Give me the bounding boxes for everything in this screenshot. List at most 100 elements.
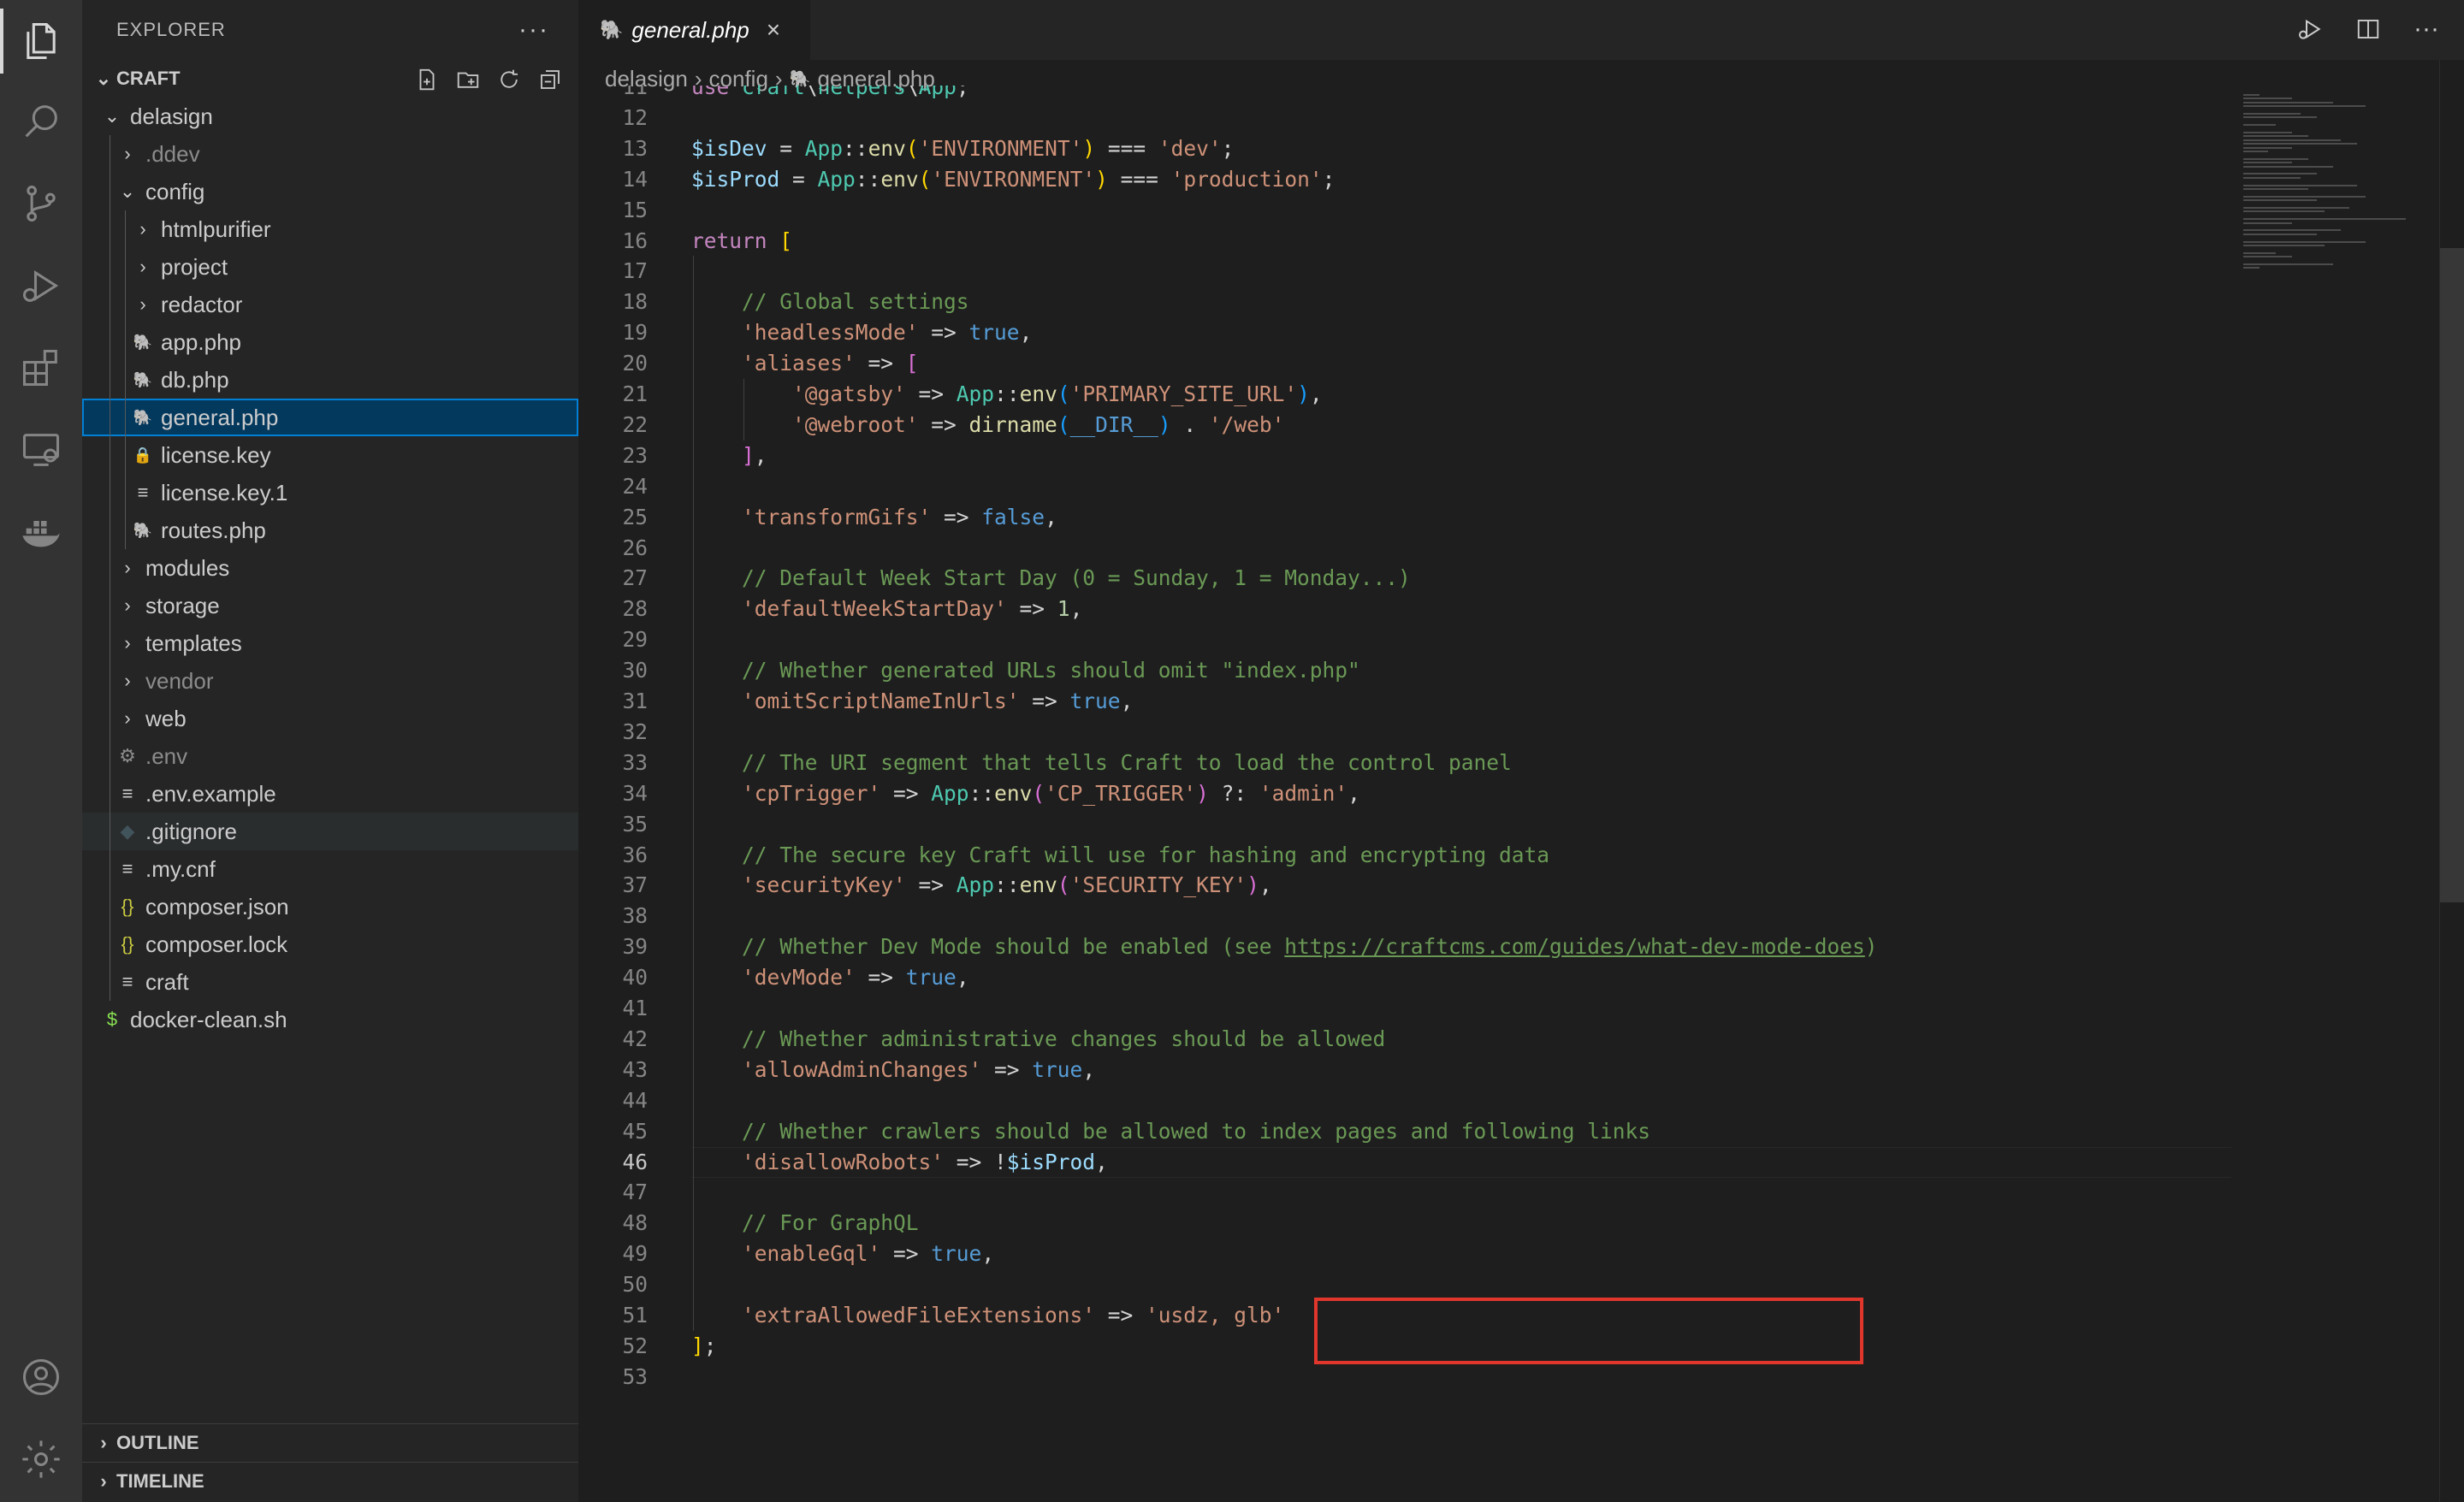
code-line[interactable]: 35 bbox=[579, 809, 2419, 840]
more-actions-icon[interactable]: ··· bbox=[518, 15, 549, 44]
code-line[interactable]: 19 'headlessMode' => true, bbox=[579, 317, 2419, 348]
code-line[interactable]: 30 // Whether generated URLs should omit… bbox=[579, 655, 2419, 686]
code-line[interactable]: 45 // Whether crawlers should be allowed… bbox=[579, 1116, 2419, 1147]
code-line[interactable]: 43 'allowAdminChanges' => true, bbox=[579, 1055, 2419, 1085]
source-control-icon[interactable] bbox=[17, 180, 65, 228]
minimap-line bbox=[2243, 240, 2366, 243]
code-line[interactable]: 41 bbox=[579, 993, 2419, 1024]
code-line[interactable]: 26 bbox=[579, 533, 2419, 564]
docker-icon[interactable] bbox=[17, 508, 65, 556]
code-line[interactable]: 28 'defaultWeekStartDay' => 1, bbox=[579, 594, 2419, 624]
tree-item[interactable]: ≡ .env.example bbox=[82, 775, 578, 813]
code-line[interactable]: 29 bbox=[579, 624, 2419, 655]
code-line[interactable]: 44 bbox=[579, 1085, 2419, 1116]
tree-item[interactable]: 🔒 license.key bbox=[82, 436, 578, 474]
code-line[interactable]: 17 bbox=[579, 256, 2419, 287]
code-line[interactable]: 40 'devMode' => true, bbox=[579, 962, 2419, 993]
tab-general-php[interactable]: 🐘 general.php × bbox=[579, 0, 810, 60]
collapse-all-icon[interactable] bbox=[536, 65, 565, 94]
code-line[interactable]: 53 bbox=[579, 1362, 2419, 1393]
refresh-icon[interactable] bbox=[495, 65, 524, 94]
tree-item[interactable]: › htmlpurifier bbox=[82, 210, 578, 248]
run-debug-icon[interactable] bbox=[17, 262, 65, 310]
code-line[interactable]: 12 bbox=[579, 103, 2419, 133]
tree-item[interactable]: › vendor bbox=[82, 662, 578, 700]
account-icon[interactable] bbox=[17, 1353, 65, 1401]
settings-gear-icon[interactable] bbox=[17, 1435, 65, 1483]
file-tree: ⌄ delasign › .ddev ⌄ config › htmlpurifier › proj… bbox=[82, 98, 578, 1038]
tree-item[interactable]: › redactor bbox=[82, 286, 578, 323]
code-line[interactable]: 39 // Whether Dev Mode should be enabled… bbox=[579, 931, 2419, 962]
code-line[interactable]: 37 'securityKey' => App::env('SECURITY_K… bbox=[579, 870, 2419, 901]
tree-item[interactable]: 🐘 app.php bbox=[82, 323, 578, 361]
minimap-line bbox=[2243, 132, 2292, 133]
code-line[interactable]: 21 '@gatsby' => App::env('PRIMARY_SITE_U… bbox=[579, 379, 2419, 410]
tree-item[interactable]: › modules bbox=[82, 549, 578, 587]
tree-item[interactable]: › storage bbox=[82, 587, 578, 624]
tree-item[interactable]: {} composer.json bbox=[82, 888, 578, 925]
tree-item[interactable]: › .ddev bbox=[82, 135, 578, 173]
tree-item[interactable]: ≡ .my.cnf bbox=[82, 850, 578, 888]
code-editor[interactable]: 11 use craft\helpers\App; 12 13 $isDev = App… bbox=[579, 86, 2419, 1502]
code-line[interactable]: 13 $isDev = App::env('ENVIRONMENT') === '… bbox=[579, 133, 2419, 164]
code-line[interactable]: 11 use craft\helpers\App; bbox=[579, 86, 2419, 103]
tab-bar: 🐘 general.php × ··· bbox=[579, 0, 2464, 60]
chevron-right-icon: › bbox=[124, 707, 131, 729]
tree-item[interactable]: › project bbox=[82, 248, 578, 286]
line-number: 51 bbox=[622, 1303, 648, 1328]
code-line[interactable]: 16 return [ bbox=[579, 226, 2419, 257]
tree-item[interactable]: 🐘 general.php bbox=[82, 399, 578, 436]
code-line[interactable]: 49 'enableGql' => true, bbox=[579, 1239, 2419, 1269]
indent-guide bbox=[743, 379, 744, 441]
extensions-icon[interactable] bbox=[17, 344, 65, 392]
code-line[interactable]: 36 // The secure key Craft will use for … bbox=[579, 840, 2419, 871]
code-line[interactable]: 15 bbox=[579, 195, 2419, 226]
search-icon[interactable] bbox=[17, 98, 65, 145]
more-actions-icon[interactable]: ··· bbox=[2409, 12, 2443, 46]
code-line[interactable]: 18 // Global settings bbox=[579, 287, 2419, 317]
code-line[interactable]: 33 // The URI segment that tells Craft t… bbox=[579, 748, 2419, 778]
code-line[interactable]: 47 bbox=[579, 1177, 2419, 1208]
tree-item[interactable]: ⌄ config bbox=[82, 173, 578, 210]
new-folder-icon[interactable] bbox=[453, 65, 483, 94]
minimap[interactable] bbox=[2243, 94, 2440, 282]
chevron-right-icon: › bbox=[100, 1470, 107, 1492]
code-line[interactable]: 34 'cpTrigger' => App::env('CP_TRIGGER')… bbox=[579, 778, 2419, 809]
code-line[interactable]: 32 bbox=[579, 717, 2419, 748]
explorer-icon[interactable] bbox=[17, 17, 65, 65]
code-line[interactable]: 31 'omitScriptNameInUrls' => true, bbox=[579, 686, 2419, 717]
code-line[interactable]: 27 // Default Week Start Day (0 = Sunday… bbox=[579, 563, 2419, 594]
new-file-icon[interactable] bbox=[412, 65, 441, 94]
split-editor-icon[interactable] bbox=[2351, 12, 2385, 46]
tree-item[interactable]: 🐘 routes.php bbox=[82, 512, 578, 549]
workspace-section[interactable]: ⌄ CRAFT bbox=[82, 60, 578, 98]
tree-item[interactable]: › templates bbox=[82, 624, 578, 662]
outline-section[interactable]: › OUTLINE bbox=[82, 1423, 578, 1462]
code-line[interactable]: 38 bbox=[579, 901, 2419, 931]
scrollbar-thumb[interactable] bbox=[2440, 248, 2464, 902]
tree-item[interactable]: ⚙ .env bbox=[82, 737, 578, 775]
timeline-section[interactable]: › TIMELINE bbox=[82, 1462, 578, 1500]
tree-item[interactable]: 🐘 db.php bbox=[82, 361, 578, 399]
code-line[interactable]: 24 bbox=[579, 471, 2419, 502]
close-icon[interactable]: × bbox=[767, 16, 780, 44]
code-line[interactable]: 48 // For GraphQL bbox=[579, 1208, 2419, 1239]
run-file-icon[interactable] bbox=[2293, 12, 2327, 46]
code-line[interactable]: 46 'disallowRobots' => !$isProd, bbox=[579, 1146, 2419, 1178]
tree-item[interactable]: ◆ .gitignore bbox=[82, 813, 578, 850]
code-line[interactable]: 50 bbox=[579, 1269, 2419, 1300]
tree-item[interactable]: ⌄ delasign bbox=[82, 98, 578, 135]
tree-item[interactable]: {} composer.lock bbox=[82, 925, 578, 963]
code-line[interactable]: 25 'transformGifs' => false, bbox=[579, 502, 2419, 533]
code-line[interactable]: 20 'aliases' => [ bbox=[579, 348, 2419, 379]
tree-item[interactable]: › web bbox=[82, 700, 578, 737]
remote-explorer-icon[interactable] bbox=[17, 426, 65, 474]
tab-label: general.php bbox=[631, 16, 749, 43]
tree-item[interactable]: ≡ craft bbox=[82, 963, 578, 1001]
tree-item[interactable]: ≡ license.key.1 bbox=[82, 474, 578, 512]
tree-item[interactable]: $ docker-clean.sh bbox=[82, 1001, 578, 1038]
code-line[interactable]: 23 ], bbox=[579, 441, 2419, 471]
code-line[interactable]: 22 '@webroot' => dirname(__DIR__) . '/we… bbox=[579, 410, 2419, 441]
code-line[interactable]: 42 // Whether administrative changes sho… bbox=[579, 1024, 2419, 1055]
code-line[interactable]: 14 $isProd = App::env('ENVIRONMENT') === … bbox=[579, 164, 2419, 195]
